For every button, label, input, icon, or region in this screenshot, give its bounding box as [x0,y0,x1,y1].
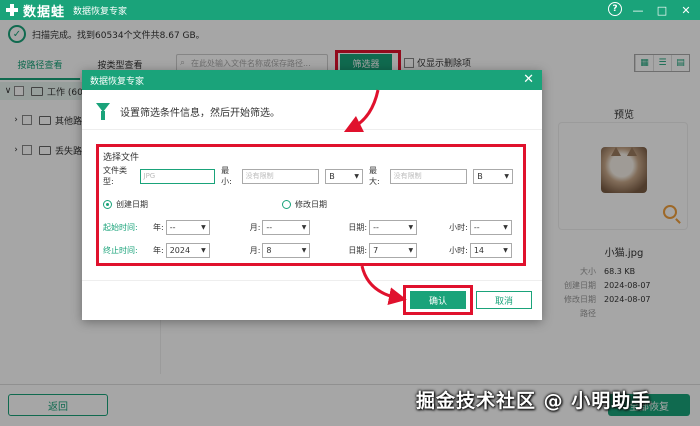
file-type-label: 文件类型: [103,166,127,186]
max-unit-select[interactable]: B ▼ [473,168,514,184]
min-placeholder: 没有限制 [245,172,274,180]
month-label: 月: [249,245,261,255]
window-controls: ? — □ ✕ [608,2,694,18]
intro-text: 设置筛选条件信息，然后开始筛选。 [120,108,280,119]
radio-modified-label: 修改日期 [295,199,327,209]
max-placeholder: 没有限制 [393,172,422,180]
section-title: 选择文件 [103,153,140,163]
end-day-select[interactable]: 7 ▼ [369,242,418,258]
end-label: 终止时间: [103,245,138,255]
year-label: 年: [153,222,164,232]
min-unit: B [329,171,335,181]
end-time-row: 终止时间: 年: 2024 ▼ 月: 8 ▼ 日期: 7 ▼ 小时: 14 ▼ [103,240,519,260]
app-subtitle: 数据恢复专家 [73,6,128,17]
cancel-button[interactable]: 取消 [476,291,532,309]
app-brand: 数据蛙 [23,4,66,20]
chevron-down-icon: ▼ [503,246,508,254]
chevron-down-icon: ▼ [408,223,414,231]
funnel-icon [96,102,110,121]
select-value: 14 [473,245,484,255]
end-year-select[interactable]: 2024 ▼ [165,242,210,258]
start-label: 起始时间: [103,222,138,232]
chevron-down-icon: ▼ [301,246,307,254]
size-row: 文件类型: JPG 最小: 没有限制 B ▼ 最大: 没有限制 B ▼ [103,166,519,186]
select-value: -- [473,222,480,232]
chevron-down-icon: ▼ [504,172,510,180]
start-year-select[interactable]: -- ▼ [165,219,210,235]
close-icon[interactable]: ✕ [523,72,534,87]
select-value: -- [169,222,176,232]
dialog-footer: 确认 取消 [82,280,542,320]
max-size-input[interactable]: 没有限制 [389,168,468,184]
end-hour-select[interactable]: 14 ▼ [469,242,512,258]
chevron-down-icon: ▼ [354,172,360,180]
help-icon[interactable]: ? [608,2,622,16]
radio-created[interactable] [103,199,112,209]
chevron-down-icon: ▼ [301,223,307,231]
close-icon[interactable]: ✕ [678,2,694,18]
minimize-icon[interactable]: — [630,2,646,18]
max-unit: B [477,171,483,181]
select-value: 2024 [169,245,191,255]
day-label: 日期: [348,245,368,255]
chevron-down-icon: ▼ [408,246,414,254]
chevron-down-icon: ▼ [503,223,508,231]
start-time-row: 起始时间: 年: -- ▼ 月: -- ▼ 日期: -- ▼ 小时: -- ▼ [103,217,519,237]
hour-label: 小时: [449,222,468,232]
end-month-select[interactable]: 8 ▼ [262,242,311,258]
filter-form: 选择文件 文件类型: JPG 最小: 没有限制 B ▼ 最大: 没有限制 B ▼ 创… [96,144,526,266]
min-size-input[interactable]: 没有限制 [241,168,320,184]
select-value: -- [373,222,379,232]
dialog-header: 数据恢复专家 ✕ [82,70,542,90]
month-label: 月: [249,222,261,232]
app-logo-icon [6,4,18,16]
select-value: 8 [266,245,272,255]
dialog-title: 数据恢复专家 [90,76,145,87]
radio-created-label: 创建日期 [116,199,148,209]
start-hour-select[interactable]: -- ▼ [469,219,512,235]
chevron-down-icon: ▼ [201,223,206,231]
confirm-button[interactable]: 确认 [410,291,466,309]
filter-dialog: 数据恢复专家 ✕ 设置筛选条件信息，然后开始筛选。 选择文件 文件类型: JPG… [82,70,542,320]
dialog-intro: 设置筛选条件信息，然后开始筛选。 [82,94,542,130]
select-value: -- [266,222,273,232]
date-type-row: 创建日期 修改日期 [103,194,519,214]
day-label: 日期: [348,222,368,232]
min-unit-select[interactable]: B ▼ [325,168,364,184]
start-day-select[interactable]: -- ▼ [369,219,418,235]
year-label: 年: [153,245,164,255]
file-type-placeholder: JPG [143,172,156,180]
title-bar: 数据蛙 数据恢复专家 ? — □ ✕ [0,0,700,20]
radio-modified[interactable] [282,199,291,209]
start-month-select[interactable]: -- ▼ [262,219,311,235]
maximize-icon[interactable]: □ [654,2,670,18]
file-type-input[interactable]: JPG [139,168,216,184]
chevron-down-icon: ▼ [201,246,206,254]
min-label: 最小: [221,166,232,186]
max-label: 最大: [369,166,380,186]
watermark: 掘金技术社区 @ 小明助手 [416,390,652,412]
hour-label: 小时: [449,245,468,255]
select-value: 7 [373,245,379,255]
